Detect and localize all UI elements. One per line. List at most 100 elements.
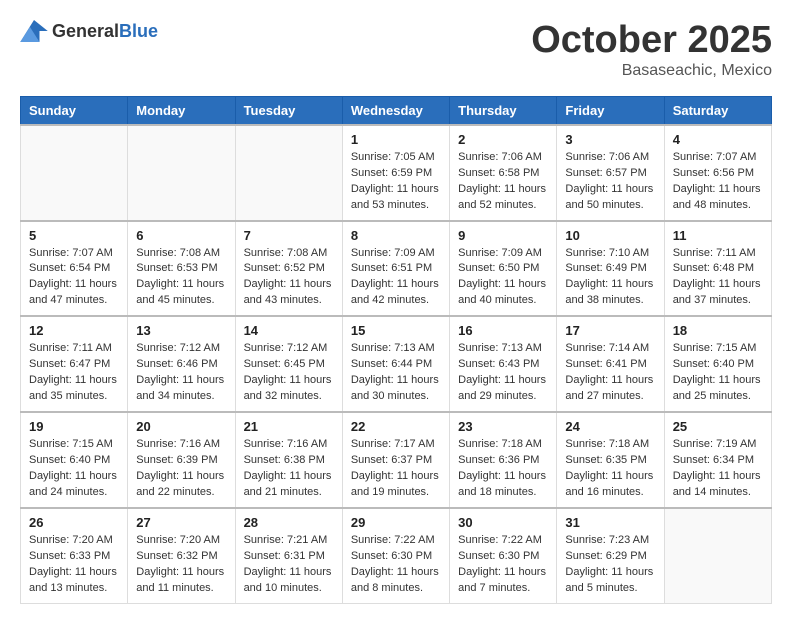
daylight-text: Daylight: 11 hours and 34 minutes. <box>136 374 224 402</box>
sunset-text: Sunset: 6:49 PM <box>565 262 646 274</box>
day-info: Sunrise: 7:17 AM Sunset: 6:37 PM Daylight:… <box>351 437 441 501</box>
sunset-text: Sunset: 6:57 PM <box>565 167 646 179</box>
daylight-text: Daylight: 11 hours and 19 minutes. <box>351 470 439 498</box>
sunrise-text: Sunrise: 7:15 AM <box>673 342 757 354</box>
sunset-text: Sunset: 6:41 PM <box>565 358 646 370</box>
calendar-cell: 14Sunrise: 7:12 AMSunset: 6:45 PMDayligh… <box>235 316 342 412</box>
day-info: Sunrise: 7:23 AMSunset: 6:29 PMDaylight:… <box>565 533 655 597</box>
sunset-text: Sunset: 6:43 PM <box>458 358 539 370</box>
calendar-cell: 23Sunrise: 7:18 AMSunset: 6:36 PMDayligh… <box>450 412 557 508</box>
day-info: Sunrise: 7:10 AMSunset: 6:49 PMDaylight:… <box>565 246 655 310</box>
sunrise-text: Sunrise: 7:19 AM <box>673 438 757 450</box>
sunrise-text: Sunrise: 7:10 AM <box>565 247 649 259</box>
day-info: Sunrise: 7:09 AMSunset: 6:51 PMDaylight:… <box>351 246 441 310</box>
sunset-text: Sunset: 6:52 PM <box>244 262 325 274</box>
day-info: Sunrise: 7:21 AMSunset: 6:31 PMDaylight:… <box>244 533 334 597</box>
day-info: Sunrise: 7:11 AM Sunset: 6:47 PM Daylight:… <box>29 341 119 405</box>
calendar-cell: 6Sunrise: 7:08 AMSunset: 6:53 PMDaylight… <box>128 221 235 317</box>
day-number: 15 <box>351 323 441 338</box>
calendar-cell: 29Sunrise: 7:22 AMSunset: 6:30 PMDayligh… <box>342 508 449 603</box>
calendar-cell: 16Sunrise: 7:13 AMSunset: 6:43 PMDayligh… <box>450 316 557 412</box>
daylight-text: Daylight: 11 hours and 25 minutes. <box>673 374 761 402</box>
day-number: 8 <box>351 228 441 243</box>
month-title: October 2025 <box>531 20 772 62</box>
sunrise-text: Sunrise: 7:11 AM <box>29 342 112 354</box>
sunrise-text: Sunrise: 7:09 AM <box>351 247 435 259</box>
calendar-cell: 31Sunrise: 7:23 AMSunset: 6:29 PMDayligh… <box>557 508 664 603</box>
daylight-text: Daylight: 11 hours and 35 minutes. <box>29 374 117 402</box>
day-number: 23 <box>458 419 548 434</box>
title-block: October 2025 Basaseachic, Mexico <box>531 20 772 80</box>
calendar-table: SundayMondayTuesdayWednesdayThursdayFrid… <box>20 96 772 604</box>
weekday-header-thursday: Thursday <box>450 96 557 125</box>
calendar-cell: 25Sunrise: 7:19 AMSunset: 6:34 PMDayligh… <box>664 412 771 508</box>
day-info: Sunrise: 7:09 AMSunset: 6:50 PMDaylight:… <box>458 246 548 310</box>
daylight-text: Daylight: 11 hours and 52 minutes. <box>458 183 546 211</box>
day-info: Sunrise: 7:13 AMSunset: 6:43 PMDaylight:… <box>458 341 548 405</box>
day-number: 17 <box>565 323 655 338</box>
day-number: 22 <box>351 419 441 434</box>
sunrise-text: Sunrise: 7:17 AM <box>351 438 435 450</box>
calendar-cell: 17Sunrise: 7:14 AMSunset: 6:41 PMDayligh… <box>557 316 664 412</box>
day-info: Sunrise: 7:14 AMSunset: 6:41 PMDaylight:… <box>565 341 655 405</box>
day-number: 13 <box>136 323 226 338</box>
sunrise-text: Sunrise: 7:12 AM <box>136 342 220 354</box>
day-number: 7 <box>244 228 334 243</box>
sunset-text: Sunset: 6:31 PM <box>244 550 325 562</box>
calendar-cell: 3Sunrise: 7:06 AMSunset: 6:57 PMDaylight… <box>557 125 664 221</box>
day-info: Sunrise: 7:08 AMSunset: 6:53 PMDaylight:… <box>136 246 226 310</box>
sunset-text: Sunset: 6:37 PM <box>351 454 432 466</box>
daylight-text: Daylight: 11 hours and 29 minutes. <box>458 374 546 402</box>
sunset-text: Sunset: 6:54 PM <box>29 262 110 274</box>
sunset-text: Sunset: 6:44 PM <box>351 358 432 370</box>
day-number: 10 <box>565 228 655 243</box>
daylight-text: Daylight: 11 hours and 16 minutes. <box>565 470 653 498</box>
day-info: Sunrise: 7:16 AMSunset: 6:39 PMDaylight:… <box>136 437 226 501</box>
calendar-cell: 22 Sunrise: 7:17 AM Sunset: 6:37 PM Dayligh… <box>342 412 449 508</box>
day-info: Sunrise: 7:06 AMSunset: 6:58 PMDaylight:… <box>458 150 548 214</box>
daylight-text: Daylight: 11 hours and 50 minutes. <box>565 183 653 211</box>
sunset-text: Sunset: 6:50 PM <box>458 262 539 274</box>
calendar-cell: 13Sunrise: 7:12 AMSunset: 6:46 PMDayligh… <box>128 316 235 412</box>
sunset-text: Sunset: 6:51 PM <box>351 262 432 274</box>
day-info: Sunrise: 7:20 AMSunset: 6:33 PMDaylight:… <box>29 533 119 597</box>
calendar-cell: 30Sunrise: 7:22 AMSunset: 6:30 PMDayligh… <box>450 508 557 603</box>
day-number: 1 <box>351 132 441 147</box>
sunset-text: Sunset: 6:36 PM <box>458 454 539 466</box>
week-row-2: 5 Sunrise: 7:07 AMSunset: 6:54 PMDaylight… <box>21 221 772 317</box>
sunrise-text: Sunrise: 7:11 AM <box>673 247 756 259</box>
calendar-cell: 20Sunrise: 7:16 AMSunset: 6:39 PMDayligh… <box>128 412 235 508</box>
day-info: Sunrise: 7:07 AMSunset: 6:56 PMDaylight:… <box>673 150 763 214</box>
calendar-cell: 18Sunrise: 7:15 AMSunset: 6:40 PMDayligh… <box>664 316 771 412</box>
sunrise-text: Sunrise: 7:21 AM <box>244 534 328 546</box>
daylight-text: Daylight: 11 hours and 30 minutes. <box>351 374 439 402</box>
day-number: 14 <box>244 323 334 338</box>
day-number: 27 <box>136 515 226 530</box>
daylight-text: Daylight: 11 hours and 32 minutes. <box>244 374 332 402</box>
sunset-text: Sunset: 6:38 PM <box>244 454 325 466</box>
sunrise-text: Sunrise: 7:15 AM <box>29 438 113 450</box>
calendar-cell: 7Sunrise: 7:08 AMSunset: 6:52 PMDaylight… <box>235 221 342 317</box>
sunset-text: Sunset: 6:47 PM <box>29 358 110 370</box>
week-row-4: 19Sunrise: 7:15 AMSunset: 6:40 PMDayligh… <box>21 412 772 508</box>
daylight-text: Daylight: 11 hours and 14 minutes. <box>673 470 761 498</box>
calendar-cell: 9Sunrise: 7:09 AMSunset: 6:50 PMDaylight… <box>450 221 557 317</box>
calendar-cell: 10Sunrise: 7:10 AMSunset: 6:49 PMDayligh… <box>557 221 664 317</box>
day-number: 28 <box>244 515 334 530</box>
calendar-cell: 19Sunrise: 7:15 AMSunset: 6:40 PMDayligh… <box>21 412 128 508</box>
day-info: Sunrise: 7:07 AMSunset: 6:54 PMDaylight:… <box>29 246 119 310</box>
sunrise-text: Sunrise: 7:20 AM <box>136 534 220 546</box>
calendar-cell: 11Sunrise: 7:11 AMSunset: 6:48 PMDayligh… <box>664 221 771 317</box>
day-info: Sunrise: 7:05 AMSunset: 6:59 PMDaylight:… <box>351 150 441 214</box>
daylight-text: Daylight: 11 hours and 11 minutes. <box>136 566 224 594</box>
calendar-cell: 21Sunrise: 7:16 AMSunset: 6:38 PMDayligh… <box>235 412 342 508</box>
daylight-text: Daylight: 11 hours and 8 minutes. <box>351 566 439 594</box>
calendar-cell: 8Sunrise: 7:09 AMSunset: 6:51 PMDaylight… <box>342 221 449 317</box>
calendar-cell <box>21 125 128 221</box>
sunrise-text: Sunrise: 7:14 AM <box>565 342 649 354</box>
calendar-cell: 24Sunrise: 7:18 AMSunset: 6:35 PMDayligh… <box>557 412 664 508</box>
weekday-header-saturday: Saturday <box>664 96 771 125</box>
day-info: Sunrise: 7:11 AMSunset: 6:48 PMDaylight:… <box>673 246 763 310</box>
sunrise-text: Sunrise: 7:20 AM <box>29 534 113 546</box>
day-number: 5 <box>29 228 119 243</box>
